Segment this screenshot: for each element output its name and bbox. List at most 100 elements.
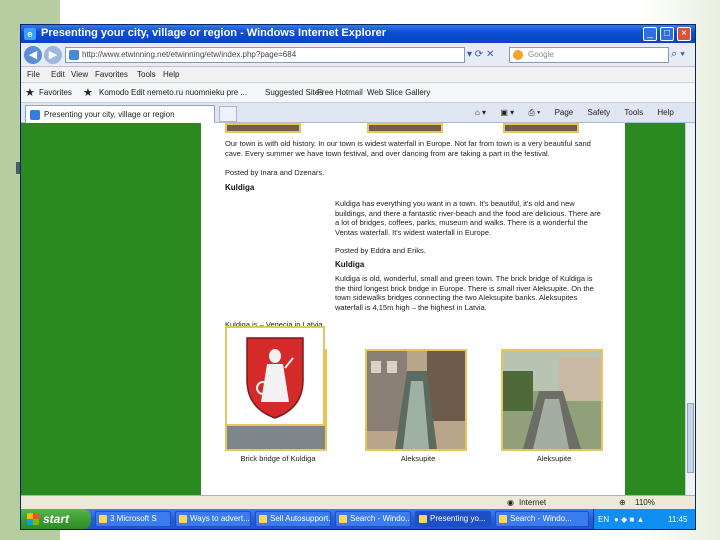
aleksupite-image-1 bbox=[367, 351, 465, 449]
command-bar: ⌂ ▾ ▣ ▾ ⎙ ▾ Page Safety Tools Help bbox=[463, 108, 674, 118]
clock: 11:45 bbox=[668, 515, 688, 524]
section-subheading: Kuldiga bbox=[335, 260, 365, 269]
kuldiga-para1: Kuldiga has everything you want in a tow… bbox=[335, 199, 601, 237]
language-indicator[interactable]: EN bbox=[598, 515, 609, 524]
caption-aleksupite-2: Aleksupite bbox=[536, 454, 572, 463]
vertical-scrollbar[interactable] bbox=[685, 123, 695, 495]
kuldiga-para2: Kuldiga is old, wonderful, small and gre… bbox=[335, 274, 594, 312]
task-app-icon bbox=[259, 515, 267, 523]
favorites-bar: ★ Favorites ★ Komodo Edit nemeto.ru nuom… bbox=[21, 83, 695, 103]
fav-item-free-hotmail[interactable]: Free Hotmail bbox=[317, 88, 363, 97]
task-label: Search - Windo... bbox=[510, 514, 572, 523]
minimize-button[interactable]: _ bbox=[643, 27, 657, 41]
start-button[interactable]: start bbox=[21, 509, 91, 529]
coat-of-arms-image bbox=[246, 337, 304, 419]
menu-favorites[interactable]: Favorites bbox=[95, 70, 128, 79]
back-button[interactable]: ◀ bbox=[24, 46, 42, 64]
task-label: Ways to advert... bbox=[190, 514, 250, 523]
url-field[interactable]: http://www.etwinning.net/etwinning/etw/i… bbox=[65, 47, 465, 63]
start-label: start bbox=[43, 512, 70, 526]
menu-edit[interactable]: Edit bbox=[51, 70, 65, 79]
aleksupite-image-2 bbox=[503, 351, 601, 449]
task-item-3[interactable]: Sell Autosupport... bbox=[255, 511, 331, 527]
menu-view[interactable]: View bbox=[71, 70, 88, 79]
feeds-icon[interactable]: ▣ ▾ bbox=[500, 108, 514, 117]
cmd-help[interactable]: Help bbox=[657, 108, 673, 117]
print-icon[interactable]: ⎙ ▾ bbox=[528, 108, 540, 117]
task-label: Presenting yo... bbox=[430, 514, 486, 523]
caption-brick-bridge: Brick bridge of Kuldiga bbox=[240, 454, 316, 463]
top-photo-1 bbox=[225, 123, 301, 133]
page-content: Our town is with old history. In our tow… bbox=[201, 123, 625, 495]
page-icon bbox=[69, 50, 79, 60]
ie-window: e Presenting your city, village or regio… bbox=[20, 24, 696, 530]
photo-aleksupite-1 bbox=[365, 349, 467, 451]
page-viewport: Our town is with old history. In our tow… bbox=[21, 123, 685, 495]
search-placeholder: Google bbox=[528, 50, 554, 59]
task-app-icon bbox=[99, 515, 107, 523]
address-tools[interactable]: ▾ ⟳ ✕ bbox=[467, 49, 494, 60]
task-item-2[interactable]: Ways to advert... bbox=[175, 511, 251, 527]
tab-page-icon bbox=[30, 110, 40, 120]
menu-help[interactable]: Help bbox=[163, 70, 179, 79]
top-photo-2 bbox=[367, 123, 443, 133]
address-bar: ◀ ▶ http://www.etwinning.net/etwinning/e… bbox=[21, 43, 695, 67]
favorites-button[interactable]: Favorites bbox=[39, 88, 72, 97]
task-item-1[interactable]: 3 Microsoft S bbox=[95, 511, 171, 527]
caption-aleksupite-1: Aleksupite bbox=[400, 454, 436, 463]
new-tab-button[interactable] bbox=[219, 106, 237, 122]
google-icon bbox=[513, 50, 523, 60]
zoom-level[interactable]: 110% bbox=[635, 498, 655, 507]
status-bar: ◉ Internet ⊕ 110% bbox=[21, 495, 695, 509]
task-label: Sell Autosupport... bbox=[270, 514, 331, 523]
task-app-icon bbox=[339, 515, 347, 523]
maximize-button[interactable]: □ bbox=[660, 27, 674, 41]
cmd-tools[interactable]: Tools bbox=[624, 108, 643, 117]
slide: { "window": { "title": "Presenting your … bbox=[0, 0, 720, 540]
fav-item-web-slice-gallery[interactable]: Web Slice Gallery bbox=[367, 88, 430, 97]
cmd-page[interactable]: Page bbox=[555, 108, 574, 117]
intro-posted: Posted by Inara and Dzenars. bbox=[225, 168, 325, 177]
menu-bar: File Edit View Favorites Tools Help bbox=[21, 67, 695, 83]
kuldiga-para1-posted: Posted by Eddra and Eriks. bbox=[335, 246, 426, 255]
task-item-5[interactable]: Presenting yo... bbox=[415, 511, 491, 527]
tab-presenting[interactable]: Presenting your city, village or region bbox=[25, 105, 215, 123]
cmd-safety[interactable]: Safety bbox=[587, 108, 610, 117]
task-item-4[interactable]: Search - Windo... bbox=[335, 511, 411, 527]
tray-icons[interactable]: ● ◆ ■ ▲ bbox=[614, 515, 644, 524]
zone-label: Internet bbox=[519, 498, 547, 507]
ie-icon: e bbox=[24, 28, 36, 40]
task-label: Search - Windo... bbox=[350, 514, 411, 523]
task-app-icon bbox=[499, 515, 507, 523]
tab-bar: Presenting your city, village or region … bbox=[21, 103, 695, 123]
home-icon[interactable]: ⌂ ▾ bbox=[475, 108, 486, 117]
window-title: Presenting your city, village or region … bbox=[41, 27, 387, 39]
close-button[interactable]: × bbox=[677, 27, 691, 41]
section-heading: Kuldiga bbox=[225, 183, 255, 192]
add-favorite-icon[interactable]: ★ bbox=[83, 86, 93, 99]
fav-item-suggested-sites[interactable]: Suggested Sites bbox=[265, 88, 323, 97]
task-item-6[interactable]: Search - Windo... bbox=[495, 511, 589, 527]
scrollbar-thumb[interactable] bbox=[687, 403, 694, 473]
windows-logo-icon bbox=[27, 513, 39, 525]
search-icon[interactable]: ⌕ ▾ bbox=[671, 48, 685, 61]
tab-label: Presenting your city, village or region bbox=[44, 110, 175, 119]
photo-aleksupite-2 bbox=[501, 349, 603, 451]
menu-tools[interactable]: Tools bbox=[137, 70, 156, 79]
task-label: 3 Microsoft S bbox=[110, 514, 157, 523]
top-photo-3 bbox=[503, 123, 579, 133]
task-app-icon bbox=[419, 515, 427, 523]
internet-zone-icon: ◉ bbox=[507, 498, 514, 507]
favorites-star-icon: ★ bbox=[25, 87, 35, 99]
fav-item-komodo[interactable]: Komodo Edit nemeto.ru nuomnieku pre ... bbox=[99, 88, 247, 97]
forward-button[interactable]: ▶ bbox=[44, 46, 62, 64]
url-text: http://www.etwinning.net/etwinning/etw/i… bbox=[82, 50, 297, 59]
task-app-icon bbox=[179, 515, 187, 523]
menu-file[interactable]: File bbox=[27, 70, 40, 79]
taskbar: start 3 Microsoft S Ways to advert... Se… bbox=[21, 509, 695, 529]
intro-text: Our town is with old history. In our tow… bbox=[225, 139, 591, 158]
window-titlebar: e Presenting your city, village or regio… bbox=[21, 25, 695, 43]
kuldiga-coat-of-arms bbox=[225, 326, 325, 426]
zoom-icon[interactable]: ⊕ bbox=[619, 498, 626, 507]
search-input[interactable]: Google bbox=[509, 47, 669, 63]
